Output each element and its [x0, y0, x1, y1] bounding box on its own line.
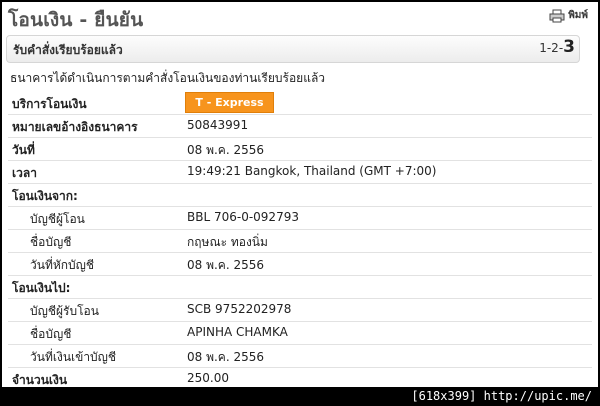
step-status-label: รับคำสั่งเรียบร้อยแล้ว [13, 43, 123, 57]
printer-icon [549, 9, 565, 23]
debit-date-value: 08 พ.ค. 2556 [187, 258, 265, 272]
to-name-row: ชื่อบัญชี APINHA CHAMKA [2, 322, 598, 344]
service-label: บริการโอนเงิน [12, 97, 87, 111]
ref-label: หมายเลขอ้างอิงธนาคาร [12, 120, 138, 134]
to-name-value: APINHA CHAMKA [187, 325, 288, 339]
print-button[interactable]: พิมพ์ [549, 8, 588, 23]
print-label: พิมพ์ [568, 10, 588, 21]
time-value: 19:49:21 Bangkok, Thailand (GMT +7:00) [187, 164, 437, 178]
current-step: 3 [563, 37, 575, 57]
service-row: บริการโอนเงิน T - Express [2, 92, 598, 114]
ref-value: 50843991 [187, 118, 249, 132]
date-value: 08 พ.ค. 2556 [187, 143, 265, 157]
amount-row: จำนวนเงิน 250.00 [2, 368, 598, 387]
from-account-label: บัญชีผู้โอน [30, 212, 85, 226]
credit-date-value: 08 พ.ค. 2556 [187, 350, 265, 364]
from-section-row: โอนเงินจาก: [2, 184, 598, 206]
page-header: โอนเงิน - ยืนยัน พิมพ์ [2, 2, 598, 32]
footer-bar: [618x399] http://upic.me/ [0, 387, 600, 406]
debit-date-label: วันที่หักบัญชี [30, 258, 95, 272]
time-label: เวลา [12, 166, 37, 180]
transfer-confirm-window: โอนเงิน - ยืนยัน พิมพ์ รับคำสั่งเรียบร้อ… [2, 2, 598, 387]
time-row: เวลา 19:49:21 Bangkok, Thailand (GMT +7:… [2, 161, 598, 183]
from-account-row: บัญชีผู้โอน BBL 706-0-092793 [2, 207, 598, 229]
date-row: วันที่ 08 พ.ค. 2556 [2, 138, 598, 160]
step-indicator: 1-2-3 [539, 37, 575, 57]
ref-row: หมายเลขอ้างอิงธนาคาร 50843991 [2, 115, 598, 137]
debit-date-row: วันที่หักบัญชี 08 พ.ค. 2556 [2, 253, 598, 275]
date-label: วันที่ [12, 143, 35, 157]
from-name-row: ชื่อบัญชี กฤษณะ ทองนิ่ม [2, 230, 598, 252]
from-name-label: ชื่อบัญชี [30, 235, 72, 249]
service-badge: T - Express [185, 92, 274, 113]
from-account-value: BBL 706-0-092793 [187, 210, 299, 224]
to-name-label: ชื่อบัญชี [30, 327, 72, 341]
from-section-label: โอนเงินจาก: [12, 189, 78, 203]
amount-label: จำนวนเงิน [12, 373, 68, 387]
to-account-label: บัญชีผู้รับโอน [30, 304, 99, 318]
step-bar: รับคำสั่งเรียบร้อยแล้ว 1-2-3 [6, 35, 580, 63]
page-title: โอนเงิน - ยืนยัน [8, 9, 144, 31]
from-name-value: กฤษณะ ทองนิ่ม [187, 235, 268, 249]
to-account-value: SCB 9752202978 [187, 302, 292, 316]
footer-watermark: [618x399] http://upic.me/ [411, 389, 592, 403]
to-account-row: บัญชีผู้รับโอน SCB 9752202978 [2, 299, 598, 321]
credit-date-label: วันที่เงินเข้าบัญชี [30, 350, 117, 364]
to-section-row: โอนเงินไป: [2, 276, 598, 298]
confirm-message: ธนาคารได้ดำเนินการตามคำสั่งโอนเงินของท่า… [10, 71, 326, 85]
amount-value: 250.00 [187, 371, 229, 385]
credit-date-row: วันที่เงินเข้าบัญชี 08 พ.ค. 2556 [2, 345, 598, 367]
to-section-label: โอนเงินไป: [12, 281, 71, 295]
step-prefix: 1-2- [539, 41, 564, 55]
